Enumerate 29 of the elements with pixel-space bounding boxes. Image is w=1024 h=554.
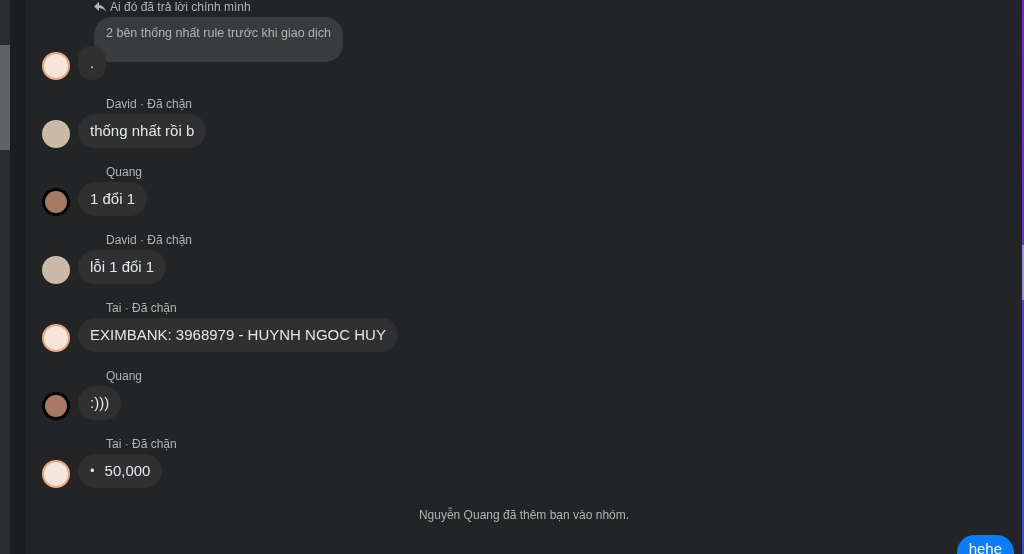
message-bubble[interactable]: • 50,000 (78, 454, 163, 488)
avatar[interactable] (42, 256, 70, 284)
reply-label: Ai đó đã trả lời chính mình (110, 0, 251, 14)
avatar[interactable] (42, 188, 70, 216)
message-bubble[interactable]: EXIMBANK: 3968979 - HUYNH NGOC HUY (78, 318, 398, 352)
message-bubble[interactable]: . (78, 46, 107, 80)
avatar[interactable] (42, 120, 70, 148)
avatar[interactable] (42, 392, 70, 420)
own-message-bubble[interactable]: hehe (956, 535, 1014, 554)
message-text: 50,000 (104, 462, 151, 480)
avatar[interactable] (42, 52, 70, 80)
message-bubble[interactable]: 1 đổi 1 (78, 182, 148, 216)
bullet: • (90, 462, 95, 480)
sender-name: Tai · Đã chặn (106, 300, 178, 316)
avatar[interactable] (42, 460, 70, 488)
scrollbar-thumb[interactable] (1022, 245, 1024, 300)
sender-name: David · Đã chặn (106, 96, 194, 112)
scrollbar-thumb[interactable] (0, 45, 10, 150)
message-bubble[interactable]: thống nhất rồi b (78, 114, 207, 148)
reply-icon (94, 2, 106, 12)
sender-name: David · Đã chặn (106, 232, 194, 248)
sender-name: Quang (106, 368, 144, 384)
sender-name: Quang (106, 164, 144, 180)
message-bubble[interactable]: :))) (78, 386, 122, 420)
system-message: Nguyễn Quang đã thêm bạn vào nhóm. (418, 508, 630, 522)
avatar[interactable] (42, 324, 70, 352)
sender-name: Tai · Đã chặn (106, 436, 178, 452)
quoted-message[interactable]: 2 bên thống nhất rule trước khi giao dịch (94, 17, 344, 62)
message-bubble[interactable]: lỗi 1 đổi 1 (78, 250, 167, 284)
